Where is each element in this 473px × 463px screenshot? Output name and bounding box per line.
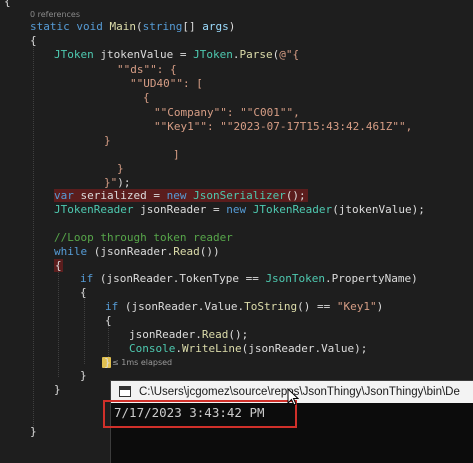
indent-guide [58,265,59,377]
code-line: } [117,162,124,175]
indent-guide [33,44,34,434]
code-line-if-key1: if (jsonReader.Value.ToString() == "Key1… [105,300,384,313]
code-line-brace-highlighted: { [54,259,63,272]
code-line: ] [173,148,180,161]
indent-guide [108,325,109,357]
code-line-jtokenreader: JTokenReader jsonReader = new JTokenRead… [54,203,425,216]
code-line: { [143,91,150,104]
code-line: { [4,0,11,8]
code-line: { [30,34,37,47]
code-line-while: while (jsonReader.Read()) [54,245,220,258]
mouse-cursor-icon [287,388,299,406]
highlight-annotation-box [103,400,297,428]
code-line: { [80,286,87,299]
code-line-jtoken-parse: JToken jtokenValue = JToken.Parse(@"{ [54,48,300,61]
code-line-read: jsonReader.Read(); [129,328,249,341]
codelens-references[interactable]: 0 references [30,10,80,20]
code-line-main: static void Main(string[] args) [30,20,236,33]
code-line: }"); [104,176,131,189]
indent-guide [84,292,85,364]
code-line-current: } [104,356,111,369]
code-line-breakpoint: var serialized = new JsonSerializer(); [54,189,308,202]
code-line: } [30,425,37,438]
code-line: ""Key1"": ""2023-07-17T15:43:42.461Z"", [154,120,413,133]
code-line: ""ds"": { [117,63,177,76]
code-line: ""UD40"": [ [130,77,203,90]
code-line-if-tokentype: if (jsonReader.TokenType == JsonToken.Pr… [80,272,418,285]
code-line-writeline: Console.WriteLine(jsonReader.Value); [129,342,368,355]
code-line: } [80,369,87,382]
code-line: ""Company"": ""C001"", [154,106,300,119]
code-comment: //Loop through token reader [54,231,233,244]
perftip-elapsed[interactable]: ≤ 1ms elapsed [112,357,172,368]
code-line: } [54,383,61,396]
code-line: } [104,134,111,147]
code-line: { [105,314,112,327]
console-app-icon [119,386,131,397]
